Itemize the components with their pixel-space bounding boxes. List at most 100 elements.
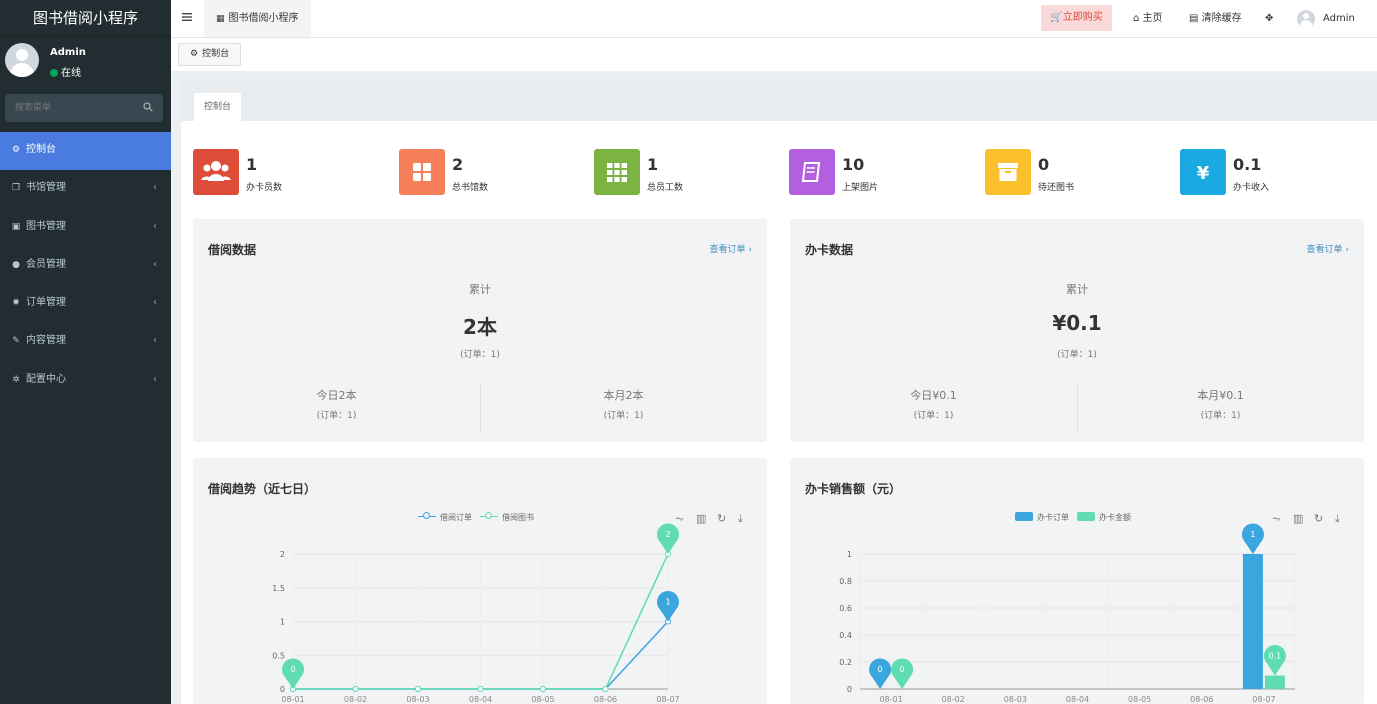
buy-now-button[interactable]: 🛒立即购买	[1041, 5, 1112, 31]
x-tick-label: 08-03	[1004, 695, 1027, 704]
legend-item[interactable]: 借阅图书	[480, 512, 534, 522]
fullscreen-icon[interactable]: ✥	[1265, 0, 1273, 37]
total-label: 累计	[469, 283, 491, 296]
data-point	[415, 686, 421, 692]
download-icon[interactable]: ⤓	[1335, 512, 1340, 526]
bar	[1264, 675, 1285, 689]
grid-icon	[399, 149, 445, 195]
apps-icon	[594, 149, 640, 195]
x-tick-label: 08-04	[1066, 695, 1089, 704]
chevron-left-icon: ‹	[153, 182, 157, 194]
view-orders-link[interactable]: 查看订单 ›	[1307, 242, 1349, 255]
user-status: 在线	[50, 64, 81, 79]
breadcrumb-bar: ⚙ 控制台	[171, 37, 1377, 71]
x-tick-label: 08-02	[942, 695, 965, 704]
total-orders: (订单：1)	[1057, 350, 1097, 360]
data-marker: 0	[869, 658, 892, 689]
sidebar-item-label: 内容管理	[26, 335, 66, 347]
breadcrumb[interactable]: ⚙ 控制台	[178, 43, 242, 66]
clone-icon: ❐	[11, 183, 21, 194]
x-tick-label: 08-03	[406, 695, 429, 704]
sidebar-item-7[interactable]: ✲ 配置中心 ‹	[0, 362, 171, 400]
bar-chart-icon[interactable]: ▥	[1293, 512, 1303, 525]
x-tick-label: 08-02	[344, 695, 367, 704]
y-tick-label: 0.6	[839, 604, 852, 613]
refresh-icon[interactable]: ↻	[1314, 512, 1323, 525]
data-marker: 0.1	[1263, 644, 1286, 676]
download-icon[interactable]: ⤓	[738, 512, 743, 526]
chart-legend: 借阅订单 借阅图书	[418, 512, 542, 523]
data-marker: 2	[657, 523, 679, 554]
refresh-icon[interactable]: ↻	[717, 512, 726, 525]
sidebar-item-3[interactable]: ▣ 图书管理 ‹	[0, 209, 171, 247]
total-value: ¥0.1	[1052, 311, 1102, 335]
data-point	[540, 686, 546, 692]
clear-cache-link[interactable]: ▤ 清除缓存	[1189, 0, 1242, 37]
search-icon[interactable]	[143, 102, 153, 112]
line-chart-icon[interactable]: ⏦	[675, 512, 684, 526]
sidebar-item-4[interactable]: ● 会员管理 ‹	[0, 247, 171, 285]
app-logo[interactable]: 图书借阅小程序	[0, 0, 171, 37]
trash-icon: ▤	[1189, 13, 1199, 24]
today-stat: 今日¥0.1 (订单：1)	[790, 387, 1077, 421]
cog-icon: ✲	[12, 374, 20, 385]
bar	[1242, 554, 1263, 689]
bar-chart-icon[interactable]: ▥	[696, 512, 706, 525]
y-tick-label: 0.8	[839, 577, 852, 586]
sidebar-item-label: 配置中心	[26, 373, 66, 385]
data-marker: 0	[282, 658, 304, 689]
line-chart-icon[interactable]: ⏦	[1272, 512, 1281, 526]
y-tick-label: 1	[847, 550, 852, 559]
chart-legend: 办卡订单 办卡金额	[1015, 512, 1139, 523]
total-orders: (订单：1)	[460, 350, 500, 360]
user-status-text: 在线	[61, 68, 81, 79]
today-value: 今日2本	[316, 389, 357, 402]
y-tick-label: 0.4	[839, 631, 852, 640]
chevron-left-icon: ‹	[153, 335, 157, 347]
topbar: ▦ 图书借阅小程序 🛒立即购买 ⌂ 主页 ▤ 清除缓存 ✥ Admin	[171, 0, 1377, 37]
legend-label: 借阅图书	[502, 513, 534, 522]
x-tick-label: 08-05	[1128, 695, 1151, 704]
stat-value: 1	[246, 155, 258, 174]
card-sales-card: 办卡销售额（元） 0 0.2 0.4 0.6 0.8 1 08-01 08-02 08-03 08…	[790, 458, 1364, 704]
top-nav-tab-label: 图书借阅小程序	[228, 13, 299, 24]
top-nav-tab[interactable]: ▦ 图书借阅小程序	[204, 0, 311, 37]
data-marker: 0	[891, 658, 914, 689]
y-tick-label: 1	[280, 618, 285, 627]
stat-label: 办卡员数	[246, 183, 283, 193]
sidebar-item-1[interactable]: ⚙ 控制台	[0, 132, 171, 171]
cart-icon: 🛒	[1050, 12, 1063, 23]
sidebar-item-6[interactable]: ✎ 内容管理 ‹	[0, 323, 171, 361]
card-title: 办卡数据	[805, 243, 854, 257]
today-stat: 今日2本 (订单：1)	[193, 387, 480, 421]
marker-label: 0	[900, 665, 905, 674]
stat-label: 上架图片	[842, 183, 879, 193]
sidebar-item-label: 会员管理	[26, 258, 66, 270]
chevron-left-icon: ‹	[153, 258, 157, 270]
data-marker: 1	[657, 590, 679, 622]
sidebar-item-2[interactable]: ❐ 书馆管理 ‹	[0, 170, 171, 208]
user-circle-icon: ●	[12, 259, 20, 270]
view-orders-link[interactable]: 查看订单 ›	[710, 242, 752, 255]
search-input[interactable]	[5, 94, 133, 122]
sidebar-item-5[interactable]: ✹ 订单管理 ‹	[0, 285, 171, 323]
legend-item[interactable]: 办卡订单	[1015, 512, 1069, 522]
top-avatar[interactable]	[1297, 10, 1315, 28]
online-dot-icon	[50, 69, 58, 77]
legend-label: 办卡订单	[1037, 513, 1069, 522]
book-icon	[789, 149, 835, 195]
menu-toggle-icon[interactable]	[182, 12, 192, 22]
legend-swatch	[480, 512, 498, 521]
x-tick-label: 08-06	[594, 695, 617, 704]
month-value: 本月2本	[603, 389, 644, 402]
dashboard-icon: ⚙	[190, 49, 199, 59]
borrow-data-card: 借阅数据 查看订单 › 累计 2本 (订单：1) 今日2本 (订单：1) 本月2…	[193, 219, 767, 442]
stat-value: 0.1	[1233, 155, 1262, 174]
top-user-name[interactable]: Admin	[1323, 0, 1355, 37]
tab-dashboard[interactable]: 控制台	[194, 93, 242, 121]
legend-item[interactable]: 办卡金额	[1077, 512, 1131, 522]
stat-label: 总书馆数	[452, 183, 489, 193]
card-data-card: 办卡数据 查看订单 › 累计 ¥0.1 (订单：1) 今日¥0.1 (订单：1)…	[790, 219, 1364, 442]
home-link[interactable]: ⌂ 主页	[1133, 0, 1163, 37]
legend-item[interactable]: 借阅订单	[418, 512, 472, 522]
